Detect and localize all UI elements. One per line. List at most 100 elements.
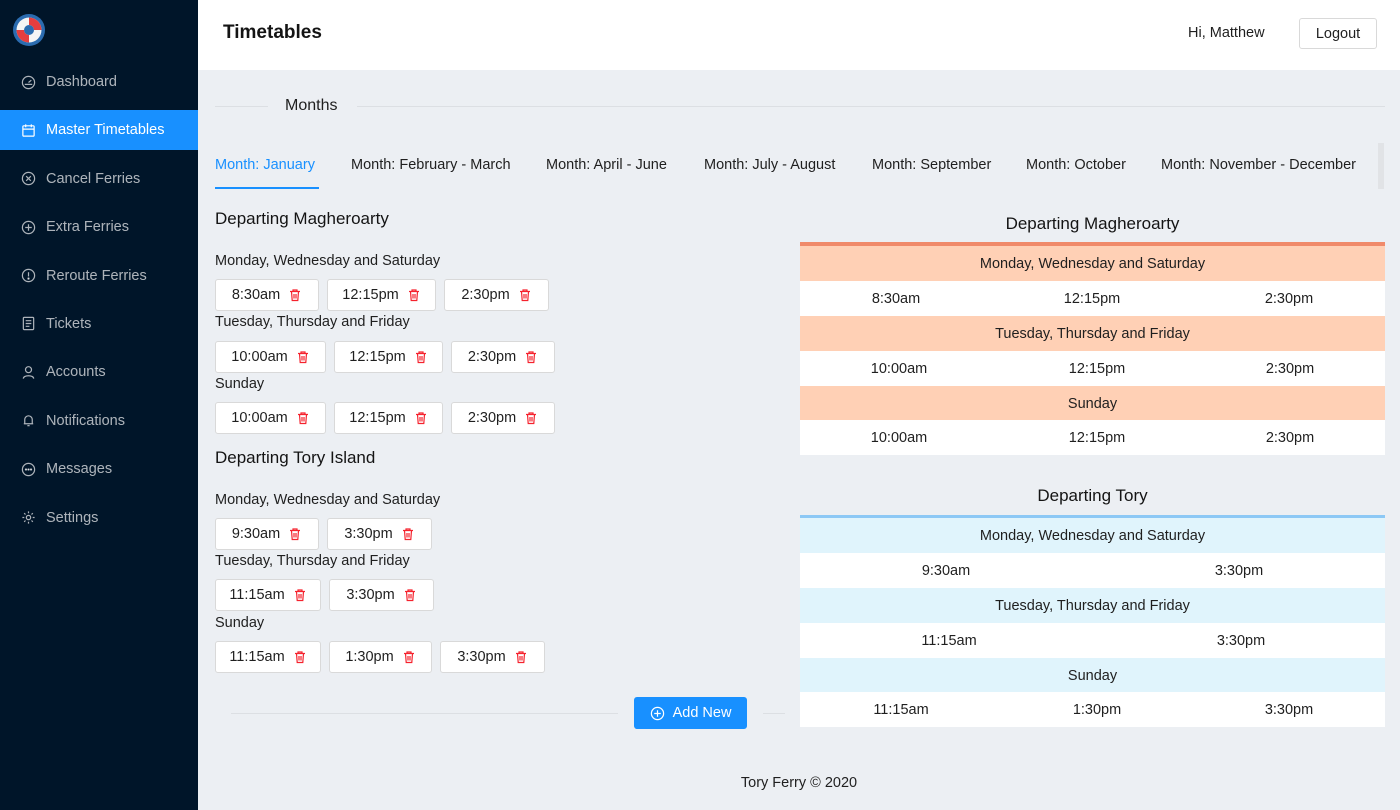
time-chip[interactable]: 10:00am (215, 341, 326, 373)
time-value: 10:00am (231, 410, 288, 426)
divider-line (215, 106, 268, 107)
table-row: 9:30am 3:30pm (800, 553, 1385, 588)
tab-january[interactable]: Month: January (215, 157, 315, 173)
trash-icon[interactable] (524, 411, 538, 425)
close-circle-icon (20, 171, 36, 187)
time-chip[interactable]: 3:30pm (329, 579, 434, 611)
time-chip[interactable]: 2:30pm (451, 402, 555, 434)
trash-icon[interactable] (402, 650, 416, 664)
sidebar-nav: Dashboard Master Timetables Cancel Ferri… (0, 62, 198, 546)
trash-icon[interactable] (518, 288, 532, 302)
time-value: 8:30am (231, 287, 281, 303)
table-cell: 11:15am (873, 702, 929, 718)
time-value: 11:15am (229, 649, 285, 665)
exclamation-circle-icon (20, 268, 36, 284)
trash-icon[interactable] (296, 411, 310, 425)
time-value: 9:30am (231, 526, 281, 542)
sidebar-item-label: Cancel Ferries (46, 170, 141, 187)
day-header-label: Monday, Wednesday and Saturday (979, 255, 1206, 272)
trash-icon[interactable] (293, 650, 307, 664)
logout-button[interactable]: Logout (1299, 18, 1377, 49)
sidebar-item-label: Accounts (46, 364, 106, 381)
editor-title-magheroarty: Departing Magheroarty (215, 209, 389, 228)
time-chip[interactable]: 3:30pm (440, 641, 545, 673)
trash-icon[interactable] (524, 350, 538, 364)
trash-icon[interactable] (407, 288, 421, 302)
day-label: Monday, Wednesday and Saturday (215, 253, 441, 269)
day-header-label: Sunday (1067, 667, 1118, 684)
table-cell: 2:30pm (1264, 291, 1314, 307)
time-value: 3:30pm (457, 649, 506, 665)
tab-february-march[interactable]: Month: February - March (351, 157, 511, 173)
gear-icon (20, 510, 36, 526)
time-value: 12:15pm (349, 349, 406, 365)
time-chip[interactable]: 11:15am (215, 579, 321, 611)
time-chip[interactable]: 2:30pm (444, 279, 549, 311)
sidebar-item-messages[interactable]: Messages (0, 449, 198, 489)
table-day-header: Tuesday, Thursday and Friday (800, 588, 1385, 623)
user-icon (20, 364, 36, 380)
time-chip[interactable]: 1:30pm (329, 641, 432, 673)
sidebar-item-label: Extra Ferries (46, 219, 129, 236)
sidebar-item-master-timetables[interactable]: Master Timetables (0, 110, 198, 151)
add-new-button[interactable]: Add New (634, 697, 747, 729)
time-value: 2:30pm (467, 349, 517, 365)
time-chip[interactable]: 9:30am (215, 518, 319, 550)
sidebar-item-label: Master Timetables (46, 122, 165, 139)
trash-icon[interactable] (296, 350, 310, 364)
day-label: Tuesday, Thursday and Friday (215, 314, 410, 330)
time-chip[interactable]: 2:30pm (451, 341, 555, 373)
lifebuoy-logo-icon[interactable] (12, 13, 46, 47)
tab-october[interactable]: Month: October (1026, 157, 1126, 173)
footer-copyright: Tory Ferry © 2020 (740, 775, 858, 791)
tab-july-august[interactable]: Month: July - August (704, 157, 835, 173)
active-tab-indicator (215, 187, 319, 189)
time-value: 3:30pm (344, 526, 393, 542)
months-heading: Months (285, 97, 338, 114)
trash-icon[interactable] (288, 288, 302, 302)
sidebar-item-settings[interactable]: Settings (0, 498, 198, 538)
table-day-header: Sunday (800, 386, 1385, 421)
sidebar-item-label: Tickets (46, 315, 92, 332)
time-chip[interactable]: 3:30pm (327, 518, 432, 550)
divider-line (357, 106, 1385, 107)
trash-icon[interactable] (403, 588, 417, 602)
trash-icon[interactable] (414, 350, 428, 364)
ticket-list-icon (20, 316, 36, 332)
time-chip[interactable]: 12:15pm (334, 341, 443, 373)
trash-icon[interactable] (288, 527, 302, 541)
time-value: 2:30pm (461, 287, 510, 303)
sidebar-item-cancel-ferries[interactable]: Cancel Ferries (0, 159, 198, 199)
time-chip[interactable]: 11:15am (215, 641, 321, 673)
day-header-label: Tuesday, Thursday and Friday (995, 325, 1190, 342)
sidebar-item-reroute-ferries[interactable]: Reroute Ferries (0, 256, 198, 296)
preview-title-magheroarty: Departing Magheroarty (1005, 214, 1180, 233)
sidebar-item-accounts[interactable]: Accounts (0, 352, 198, 392)
trash-icon[interactable] (514, 650, 528, 664)
table-cell: 10:00am (870, 430, 928, 446)
calendar-icon (20, 122, 36, 138)
table-cell: 12:15pm (1063, 291, 1121, 307)
time-value: 12:15pm (349, 410, 406, 426)
trash-icon[interactable] (293, 588, 307, 602)
sidebar-item-tickets[interactable]: Tickets (0, 304, 198, 344)
table-day-header: Sunday (800, 658, 1385, 693)
day-label: Tuesday, Thursday and Friday (215, 553, 410, 569)
time-chip[interactable]: 12:15pm (327, 279, 436, 311)
time-chip[interactable]: 10:00am (215, 402, 326, 434)
tab-april-june[interactable]: Month: April - June (546, 157, 667, 173)
table-cell: 2:30pm (1265, 430, 1315, 446)
tab-scrollbar[interactable] (1378, 143, 1384, 189)
trash-icon[interactable] (414, 411, 428, 425)
tab-november-december[interactable]: Month: November - December (1161, 157, 1356, 173)
sidebar-item-notifications[interactable]: Notifications (0, 401, 198, 441)
trash-icon[interactable] (401, 527, 415, 541)
day-label: Sunday (215, 615, 265, 631)
sidebar-item-dashboard[interactable]: Dashboard (0, 62, 198, 102)
tab-september[interactable]: Month: September (872, 157, 991, 173)
time-chip[interactable]: 12:15pm (334, 402, 443, 434)
sidebar-item-label: Dashboard (46, 74, 117, 90)
editor-title-tory: Departing Tory Island (215, 448, 376, 467)
sidebar-item-extra-ferries[interactable]: Extra Ferries (0, 207, 198, 247)
time-chip[interactable]: 8:30am (215, 279, 319, 311)
